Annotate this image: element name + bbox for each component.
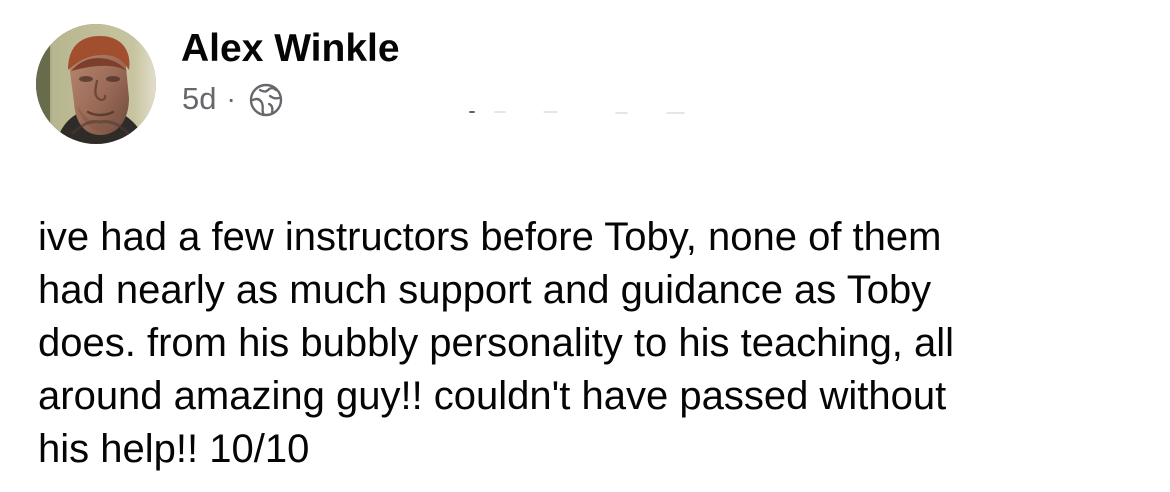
author-name[interactable]: Alex Winkle (181, 26, 400, 72)
redacted-faint-marks (426, 96, 741, 116)
metadata-separator: · (226, 83, 236, 114)
post-subline: 5d · (182, 80, 284, 118)
author-avatar[interactable] (36, 24, 156, 144)
post-body-text: ive had a few instructors before Toby, n… (38, 215, 955, 471)
post-header: Alex Winkle 5d · (36, 24, 1036, 146)
post-meta: Alex Winkle 5d · (181, 24, 881, 144)
avatar-photo (36, 24, 156, 144)
globe-icon[interactable] (248, 82, 284, 118)
facebook-post: Alex Winkle 5d · ive had a few instructo… (0, 0, 1170, 492)
post-timestamp[interactable]: 5d (182, 80, 216, 118)
